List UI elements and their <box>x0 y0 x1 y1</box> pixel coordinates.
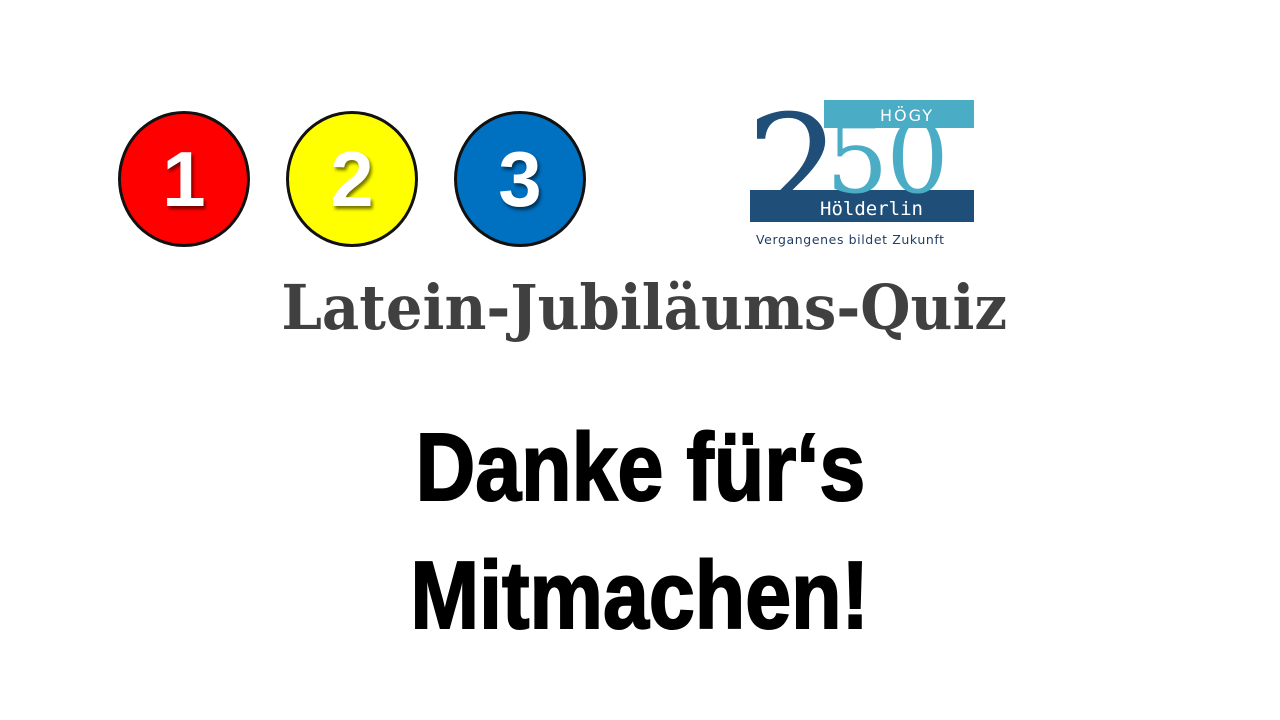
thanks-line-1: Danke für‘s <box>0 414 1280 521</box>
badge-3: 3 <box>454 111 586 247</box>
quiz-title: Latein-Jubiläums-Quiz <box>0 268 1280 348</box>
thanks-line-2-text: Mitmachen! <box>410 542 870 649</box>
badge-2-number: 2 <box>330 135 374 223</box>
anniversary-logo: 2 50 HÖGY Hölderlin Vergangenes bildet Z… <box>748 98 974 250</box>
badge-3-number: 3 <box>498 135 542 223</box>
logo-tagline: Vergangenes bildet Zukunft <box>756 232 945 247</box>
badge-1: 1 <box>118 111 250 247</box>
badge-1-number: 1 <box>162 135 206 223</box>
badge-2: 2 <box>286 111 418 247</box>
logo-name: Hölderlin <box>820 198 923 220</box>
quiz-title-text: Latein-Jubiläums-Quiz <box>281 271 1007 344</box>
thanks-line-1-text: Danke für‘s <box>414 414 865 521</box>
logo-school: HÖGY <box>880 106 934 125</box>
thanks-line-2: Mitmachen! <box>0 542 1280 649</box>
slide: 1 2 3 2 50 HÖGY Hölderlin Vergangenes bi… <box>0 0 1280 720</box>
